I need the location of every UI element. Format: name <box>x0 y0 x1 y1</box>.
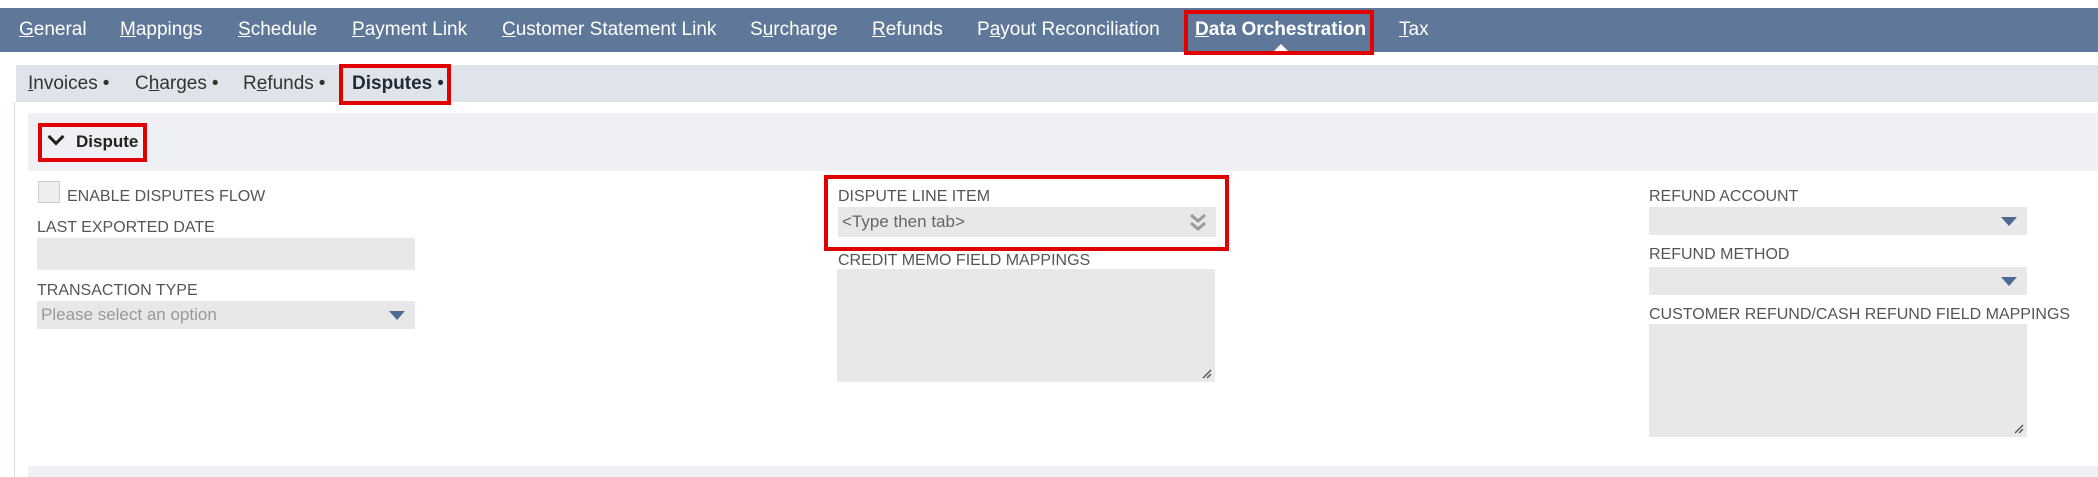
tab-label: ayment Link <box>364 19 468 40</box>
dispute-section-header <box>28 113 2098 171</box>
refund-account-label: REFUND ACCOUNT <box>1649 188 1799 205</box>
subtab-invoices[interactable]: Invoices • <box>28 65 109 102</box>
subtab-dot: • <box>211 73 219 94</box>
tab-label: ustomer Statement Link <box>515 19 717 40</box>
customer-refund-field-mappings-label: CUSTOMER REFUND/CASH REFUND FIELD MAPPIN… <box>1649 306 2071 323</box>
tab-label-prefix: S <box>750 19 763 40</box>
tab-hotkey: a <box>989 19 1001 40</box>
tab-label: rcharge <box>773 19 838 40</box>
subtab-dot: • <box>102 73 110 94</box>
tab-refunds[interactable]: Refunds <box>872 8 943 52</box>
chevron-down-icon <box>47 128 65 146</box>
tab-payment-link[interactable]: Payment Link <box>352 8 467 52</box>
resize-grip-icon[interactable] <box>1202 369 1212 379</box>
dispute-section-toggle[interactable]: Dispute <box>44 127 138 157</box>
credit-memo-field-mappings-label: CREDIT MEMO FIELD MAPPINGS <box>838 252 1091 269</box>
tab-mappings[interactable]: Mappings <box>120 8 202 52</box>
tab-general[interactable]: General <box>19 8 87 52</box>
subtab-charges[interactable]: Charges • <box>135 65 219 102</box>
tab-hotkey: P <box>352 19 365 40</box>
transaction-type-select[interactable]: Please select an option <box>37 301 415 329</box>
dropdown-arrow-icon <box>2001 217 2017 226</box>
subtab-label-prefix: R <box>243 73 257 94</box>
subtab-label: nvoices <box>33 73 98 94</box>
subtab-label: arges <box>159 73 207 94</box>
subtab-hotkey: e <box>256 73 268 94</box>
credit-memo-field-mappings-textarea[interactable] <box>837 269 1215 382</box>
double-chevron-down-icon <box>1190 213 1206 231</box>
tab-label: chedule <box>250 19 318 40</box>
tab-hotkey: S <box>238 19 251 40</box>
tab-hotkey: T <box>1399 19 1409 40</box>
subtab-label-prefix: C <box>135 73 149 94</box>
tab-tax[interactable]: Tax <box>1399 8 1429 52</box>
tab-surcharge[interactable]: Surcharge <box>750 8 838 52</box>
active-tab-caret-icon <box>1272 44 1289 52</box>
tab-hotkey: C <box>502 19 516 40</box>
subtab-dot: • <box>437 73 444 94</box>
tab-customer-statement-link[interactable]: Customer Statement Link <box>502 8 716 52</box>
last-exported-date-field[interactable] <box>37 238 415 270</box>
subtab-dot: • <box>318 73 326 94</box>
tab-label: appings <box>135 19 203 40</box>
tab-label: ax <box>1408 19 1429 40</box>
tab-hotkey: D <box>1195 19 1209 40</box>
subtab-disputes[interactable]: Disputes • <box>352 65 444 102</box>
dispute-line-item-field[interactable]: <Type then tab> <box>838 207 1216 237</box>
dropdown-arrow-icon <box>2001 277 2017 286</box>
tab-schedule[interactable]: Schedule <box>238 8 317 52</box>
tab-label: efunds <box>885 19 943 40</box>
subtab-label: funds <box>267 73 314 94</box>
last-exported-date-label: LAST EXPORTED DATE <box>37 219 215 236</box>
sub-nav: Invoices • Charges • Refunds • Disputes • <box>16 65 2098 102</box>
tab-payout-reconciliation[interactable]: Payout Reconciliation <box>977 8 1160 52</box>
enable-disputes-flow-label: ENABLE DISPUTES FLOW <box>67 188 266 205</box>
transaction-type-label: TRANSACTION TYPE <box>37 282 198 299</box>
refund-method-select[interactable] <box>1649 267 2027 295</box>
subtab-hotkey: h <box>148 73 160 94</box>
top-nav: General Mappings Schedule Payment Link C… <box>0 8 2098 52</box>
dropdown-arrow-icon <box>389 311 405 320</box>
tab-hotkey: M <box>120 19 136 40</box>
tab-label: yout Reconciliation <box>1000 19 1160 40</box>
dispute-line-item-placeholder: <Type then tab> <box>842 212 965 231</box>
tab-data-orchestration[interactable]: Data Orchestration <box>1195 8 1366 52</box>
transaction-type-placeholder: Please select an option <box>41 305 217 324</box>
dispute-line-item-label: DISPUTE LINE ITEM <box>838 188 991 205</box>
section-title: Dispute <box>76 132 139 151</box>
enable-disputes-flow-checkbox[interactable] <box>38 181 60 203</box>
resize-grip-icon[interactable] <box>2014 424 2024 434</box>
tab-hotkey: G <box>19 19 34 40</box>
tab-label-prefix: P <box>977 19 990 40</box>
subtab-refunds[interactable]: Refunds • <box>243 65 325 102</box>
refund-account-select[interactable] <box>1649 207 2027 235</box>
refund-method-label: REFUND METHOD <box>1649 246 1790 263</box>
tab-hotkey: R <box>872 19 886 40</box>
tab-label: eneral <box>33 19 87 40</box>
subtab-label: Disputes <box>352 73 433 94</box>
customer-refund-field-mappings-textarea[interactable] <box>1649 324 2027 437</box>
tab-hotkey: u <box>762 19 774 40</box>
content-left-border <box>14 102 15 477</box>
next-section-header <box>28 466 2098 477</box>
tab-label: ata Orchestration <box>1208 19 1367 40</box>
